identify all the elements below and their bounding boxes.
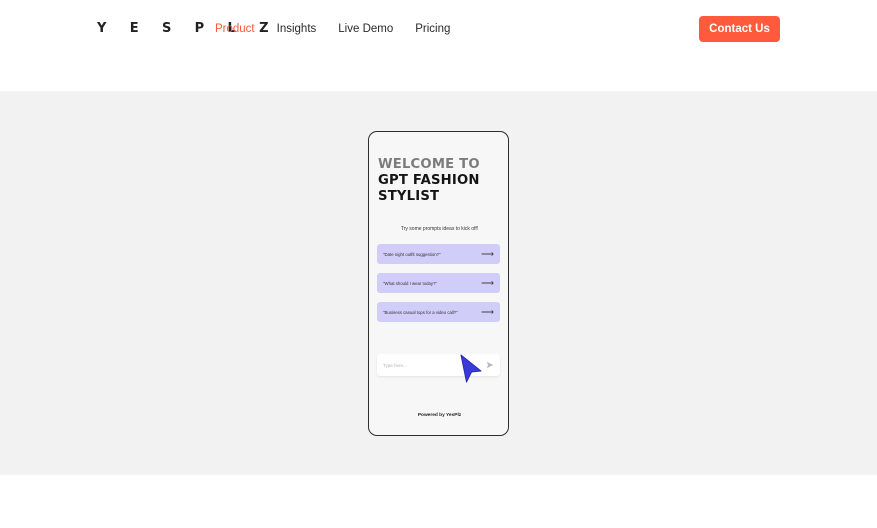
arrow-right-icon: ⟶ [481,306,494,317]
nav-item-product[interactable]: Product [215,23,255,35]
phone-mockup: WELCOME TO GPT FASHION STYLIST Try some … [368,131,509,436]
arrow-right-icon: ⟶ [481,277,494,288]
title-line-3: STYLIST [378,189,440,204]
prompt-hint: Try some prompts ideas to kick off! [400,226,479,232]
nav-item-pricing[interactable]: Pricing [415,23,450,35]
prompt-chip-wear-today[interactable]: "What should I wear today?" ⟶ [377,273,500,293]
prompt-chip-business-casual[interactable]: "Business casual tops for a video call?"… [377,302,500,322]
title-line-2: GPT FASHION [378,173,480,188]
prompt-chip-text: "Date night outfit suggestion?" [383,251,441,257]
contact-us-button[interactable]: Contact Us [699,16,780,42]
welcome-title: WELCOME TO GPT FASHION STYLIST [378,157,480,205]
nav-item-live-demo[interactable]: Live Demo [338,23,393,35]
send-icon[interactable] [485,360,495,370]
site-header: Y E S P L Z Product Insights Live Demo P… [0,0,877,90]
cursor-pointer-icon [460,354,482,383]
powered-by-label: Powered by YesPlz [417,413,462,418]
main-nav: Product Insights Live Demo Pricing [215,23,450,35]
prompt-chip-text: "Business casual tops for a video call?" [383,309,458,315]
nav-item-insights[interactable]: Insights [277,23,317,35]
chat-input[interactable] [383,362,463,368]
prompt-chip-date-night[interactable]: "Date night outfit suggestion?" ⟶ [377,244,500,264]
arrow-right-icon: ⟶ [481,248,494,259]
title-line-1: WELCOME TO [378,157,480,172]
prompt-chip-text: "What should I wear today?" [383,280,437,286]
